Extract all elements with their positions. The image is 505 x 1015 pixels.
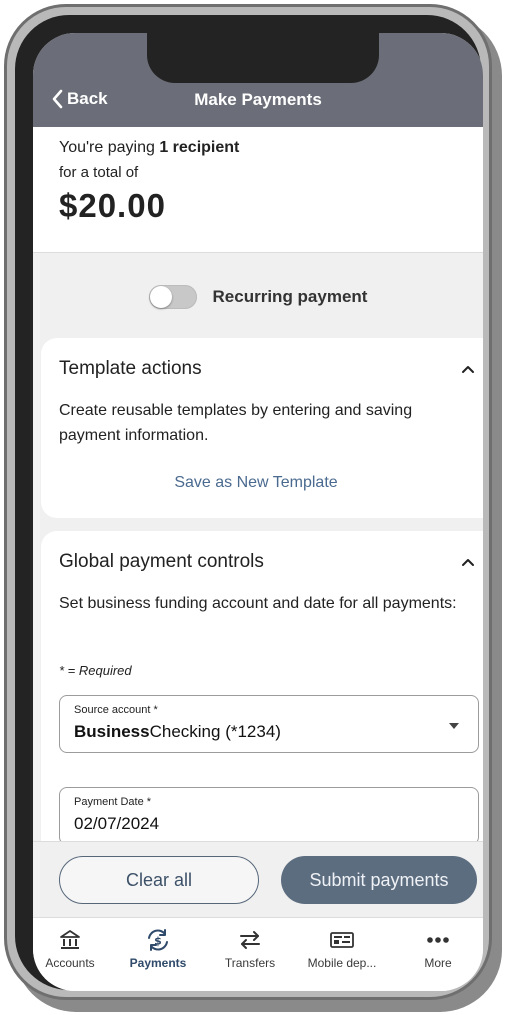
recurring-payment-row: Recurring payment [33,277,483,317]
bank-icon [60,930,80,949]
save-as-new-template-link[interactable]: Save as New Template [41,474,471,492]
payment-date-value: 02/07/2024 [74,814,160,833]
tab-payments[interactable]: $ Payments [113,926,203,970]
summary-total-label: for a total of [59,164,139,181]
global-controls-title: Global payment controls [59,551,264,572]
source-account-value-rest: Checking (*1234) [149,722,281,741]
svg-text:$: $ [154,935,162,948]
tab-accounts[interactable]: Accounts [33,926,115,970]
payment-date-label: Payment Date * [74,796,152,808]
tab-transfers[interactable]: Transfers [205,926,295,970]
phone-frame: Back Make Payments You're paying 1 recip… [4,4,492,1000]
chevron-up-icon[interactable] [461,364,475,374]
summary-prefix: You're paying [59,139,160,156]
page-title: Make Payments [194,90,322,109]
source-account-label: Source account * [74,704,158,716]
caret-down-icon [449,723,459,729]
tab-more[interactable]: More [393,926,483,970]
app-screen: Back Make Payments You're paying 1 recip… [33,33,483,991]
bottom-tab-bar: Accounts $ Payments Transfers Mobile dep… [33,917,483,991]
clear-all-button[interactable]: Clear all [59,856,259,904]
phone-bezel: Back Make Payments You're paying 1 recip… [15,15,483,991]
device-notch [147,33,379,83]
payments-icon: $ [148,929,168,951]
tab-mobile-deposit[interactable]: Mobile dep... [297,926,387,970]
source-account-value: BusinessChecking (*1234) [74,722,281,742]
source-account-select[interactable]: Source account * BusinessChecking (*1234… [59,695,479,753]
check-deposit-icon [330,932,354,948]
required-note: * = Required [59,663,132,678]
recurring-payment-toggle[interactable] [148,285,197,309]
payment-date-field[interactable]: Payment Date * 02/07/2024 [59,787,479,845]
submit-payments-button[interactable]: Submit payments [281,856,477,904]
toggle-knob [149,286,172,308]
global-payment-controls-card: Global payment controls Set business fun… [41,531,483,871]
tab-label: Mobile dep... [307,956,377,970]
source-account-value-bold: Business [74,722,150,741]
more-dots-icon [427,937,449,943]
template-actions-title: Template actions [59,358,202,379]
tab-label: Payments [129,956,187,970]
summary-recipient-count: 1 recipient [159,139,240,156]
action-bar: Clear all Submit payments [33,841,483,917]
payment-summary: You're paying 1 recipient for a total of… [33,127,483,253]
summary-total-amount: $20.00 [59,187,166,224]
recurring-payment-label: Recurring payment [212,287,368,306]
transfer-arrows-icon [240,931,260,949]
tab-label: Accounts [45,956,95,970]
template-actions-card: Template actions Create reusable templat… [41,338,483,518]
tab-label: Transfers [224,956,276,970]
tab-label: More [424,956,452,970]
template-actions-description: Create reusable templates by entering an… [59,402,413,444]
summary-recipients: You're paying 1 recipient [59,139,239,157]
chevron-up-icon[interactable] [461,557,475,567]
global-controls-description: Set business funding account and date fo… [59,595,457,612]
